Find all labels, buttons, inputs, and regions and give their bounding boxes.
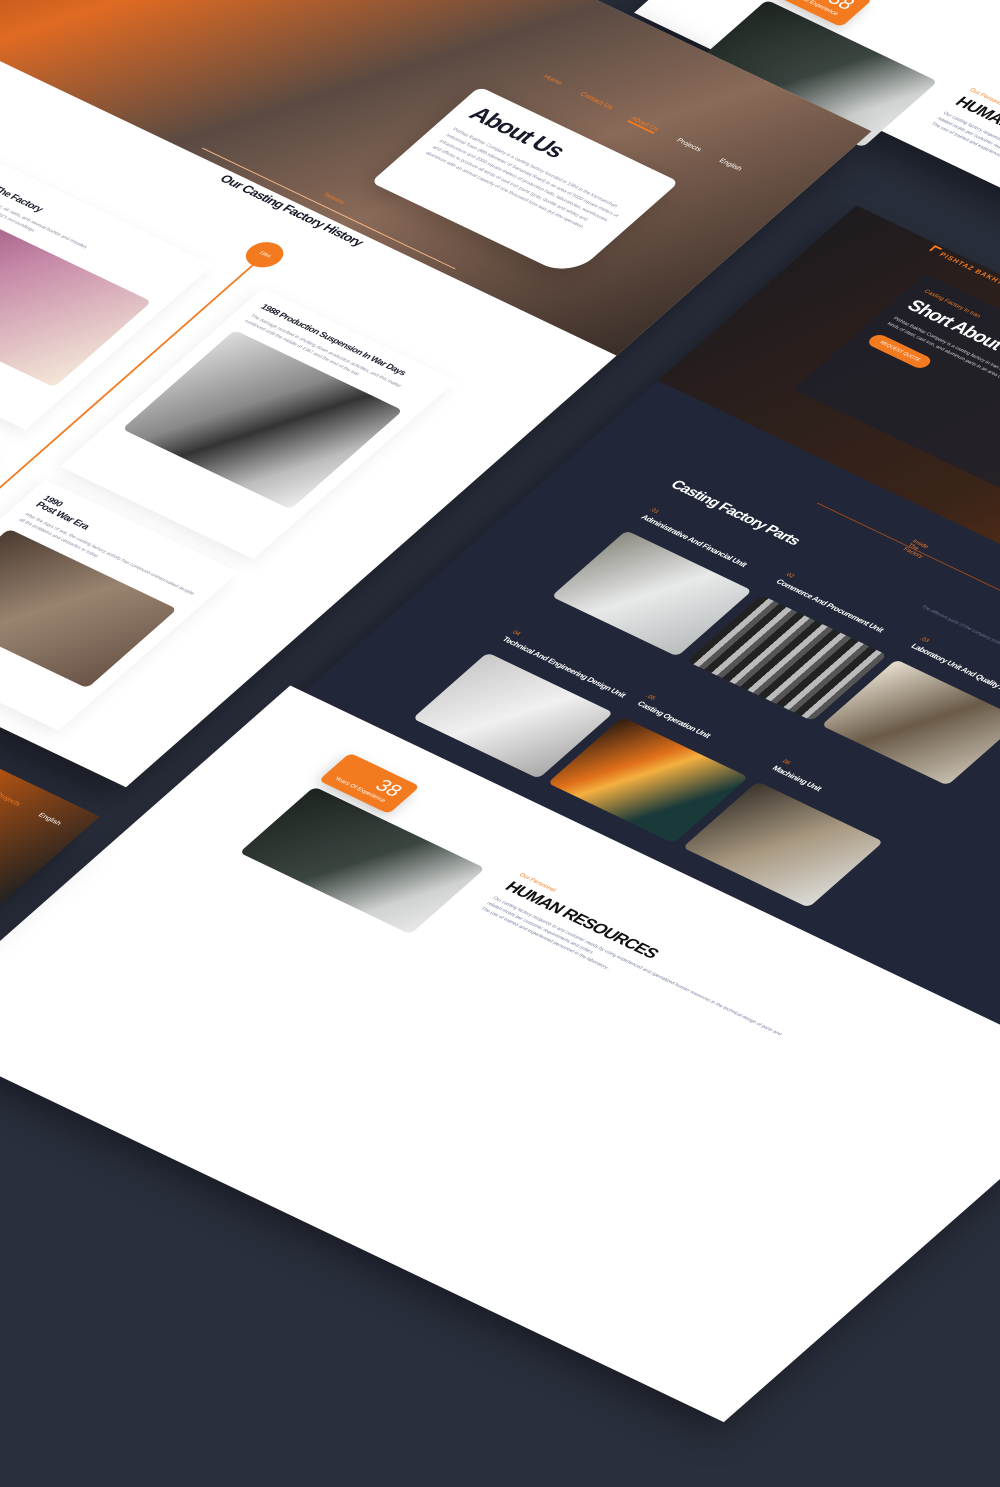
mockup-plane: 38Years Of Experience Our Personnel HUMA…	[0, 0, 9, 11]
